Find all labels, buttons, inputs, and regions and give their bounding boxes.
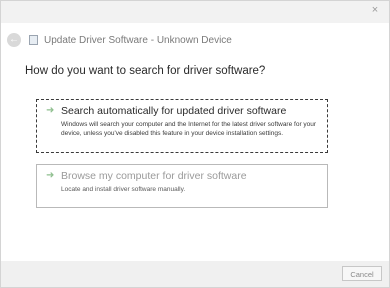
search-question: How do you want to search for driver sof…: [25, 65, 266, 77]
browse-computer-option[interactable]: ➜ Browse my computer for driver software…: [36, 164, 328, 208]
close-button[interactable]: ×: [367, 3, 383, 17]
back-button[interactable]: ←: [7, 33, 21, 47]
update-driver-dialog: × ← Update Driver Software - Unknown Dev…: [0, 0, 390, 288]
device-manager-icon: [29, 35, 38, 45]
green-arrow-icon: ➜: [46, 105, 55, 116]
green-arrow-icon: ➜: [46, 170, 55, 181]
option-description: Windows will search your computer and th…: [61, 121, 317, 137]
option-label: Search automatically for updated driver …: [61, 105, 287, 117]
title-bar: ×: [1, 1, 389, 23]
dialog-header: ← Update Driver Software - Unknown Devic…: [7, 32, 232, 48]
cancel-button[interactable]: Cancel: [342, 266, 382, 281]
back-arrow-icon: ←: [9, 34, 19, 45]
search-automatically-option[interactable]: ➜ Search automatically for updated drive…: [36, 99, 328, 153]
option-description: Locate and install driver software manua…: [61, 186, 186, 193]
close-icon: ×: [371, 4, 379, 16]
option-label: Browse my computer for driver software: [61, 170, 247, 182]
dialog-footer: Cancel: [1, 261, 389, 287]
dialog-title: Update Driver Software - Unknown Device: [44, 34, 232, 46]
